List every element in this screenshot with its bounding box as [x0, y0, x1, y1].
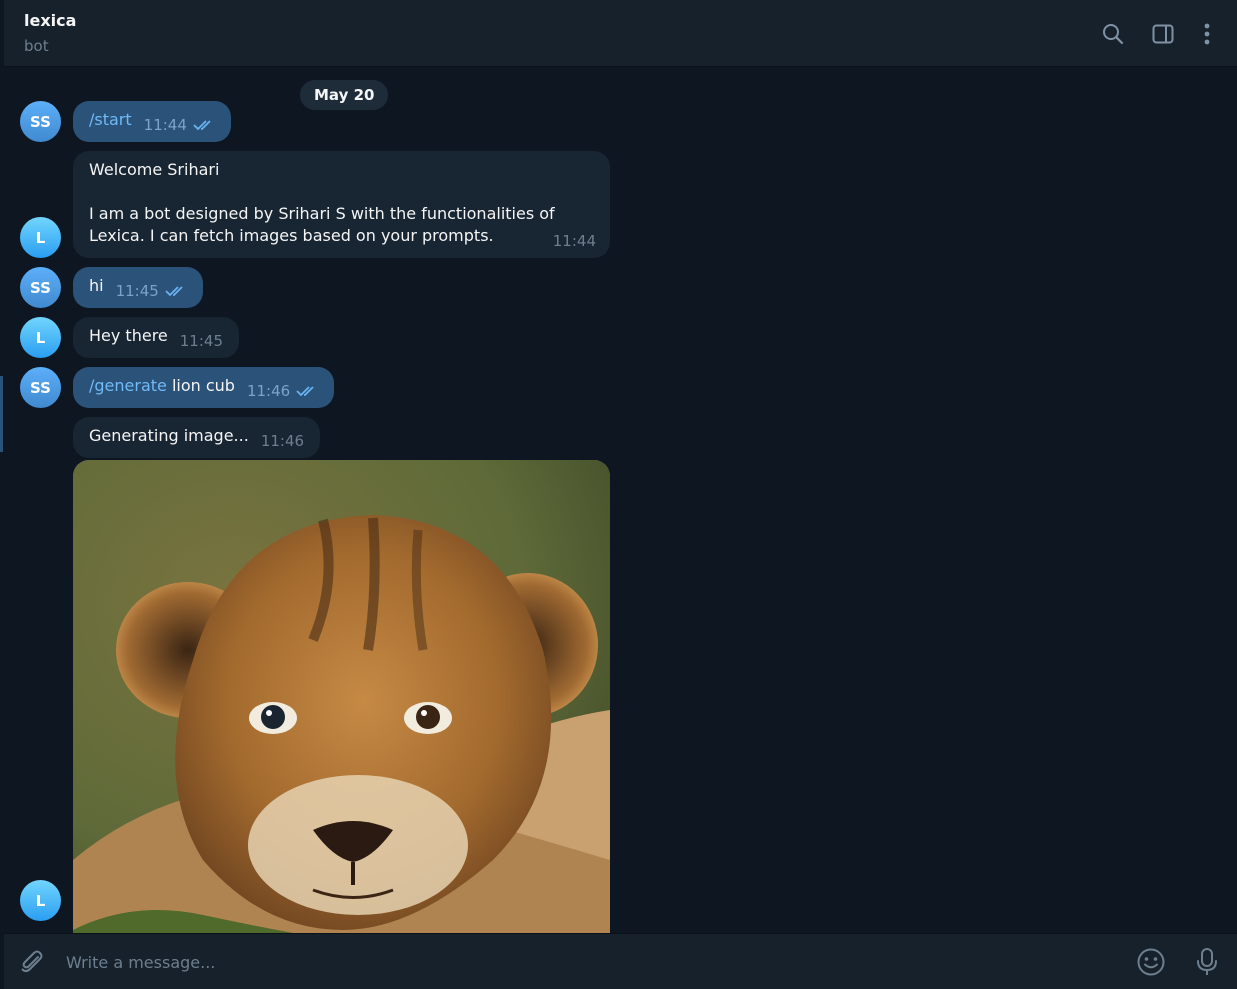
more-button[interactable] — [1193, 20, 1221, 48]
double-check-icon — [165, 285, 183, 296]
message-incoming[interactable]: Hey there 11:45 — [73, 317, 239, 358]
double-check-icon — [296, 385, 314, 396]
paperclip-icon — [21, 950, 43, 973]
message-text: I am a bot designed by Srihari S with th… — [89, 204, 555, 245]
avatar-initials: SS — [30, 112, 51, 131]
message-outgoing[interactable]: hi 11:45 — [73, 267, 203, 308]
chat-window: lexica bot May 20 SS /start 11:44 L Welc… — [0, 0, 1237, 989]
avatar-initials: SS — [30, 378, 51, 397]
message-list[interactable]: May 20 SS /start 11:44 L Welcome Srihari … — [4, 67, 1237, 933]
avatar-initials: L — [35, 328, 46, 347]
lion-cub-illustration — [73, 460, 610, 933]
bot-command-link[interactable]: /generate — [89, 376, 167, 395]
avatar-bot[interactable]: L — [20, 317, 61, 358]
avatar-bot[interactable]: L — [20, 217, 61, 258]
message-outgoing[interactable]: /generate lion cub 11:46 — [73, 367, 335, 408]
sidebar-toggle-button[interactable] — [1149, 20, 1177, 48]
message-time: 11:45 — [179, 332, 223, 350]
avatar-user[interactable]: SS — [20, 101, 61, 142]
date-separator: May 20 — [300, 80, 389, 110]
bot-command-link[interactable]: /start — [89, 110, 132, 129]
double-check-icon — [193, 119, 211, 130]
scroll-indicator[interactable] — [0, 376, 3, 452]
voice-message-button[interactable] — [1191, 946, 1223, 978]
lion-cub-image[interactable] — [73, 460, 610, 933]
chat-header[interactable]: lexica bot — [4, 0, 1237, 67]
more-vertical-icon — [1204, 23, 1210, 45]
emoji-button[interactable] — [1135, 946, 1167, 978]
avatar-initials: L — [35, 891, 46, 910]
avatar-initials: L — [35, 228, 46, 247]
message-input[interactable] — [64, 946, 1118, 978]
message-text: Hey there — [89, 326, 168, 345]
message-time: 11:46 — [246, 382, 291, 400]
message-text: lion cub — [166, 376, 235, 395]
sidebar-toggle-icon — [1152, 24, 1174, 44]
chat-title: lexica — [24, 11, 77, 30]
search-button[interactable] — [1099, 20, 1127, 48]
avatar-user[interactable]: SS — [20, 267, 61, 308]
avatar-user[interactable]: SS — [20, 367, 61, 408]
message-incoming[interactable]: Welcome Srihari I am a bot designed by S… — [73, 151, 610, 258]
message-text: Generating image... — [89, 426, 249, 445]
message-text: hi — [89, 276, 104, 295]
message-time: 11:44 — [552, 232, 596, 250]
message-time: 11:46 — [260, 432, 305, 450]
message-outgoing[interactable]: /start 11:44 — [73, 101, 231, 142]
chat-subtitle: bot — [24, 37, 49, 55]
microphone-icon — [1197, 948, 1217, 975]
avatar-bot[interactable]: L — [20, 880, 61, 921]
avatar-initials: SS — [30, 278, 51, 297]
message-time: 11:45 — [115, 282, 159, 300]
message-time: 11:44 — [143, 116, 187, 134]
emoji-icon — [1137, 948, 1165, 976]
message-composer — [4, 933, 1237, 989]
search-icon — [1103, 24, 1124, 45]
message-incoming[interactable]: Generating image... 11:46 — [73, 417, 321, 458]
message-text: Welcome Srihari — [89, 160, 220, 179]
attach-button[interactable] — [16, 946, 48, 978]
